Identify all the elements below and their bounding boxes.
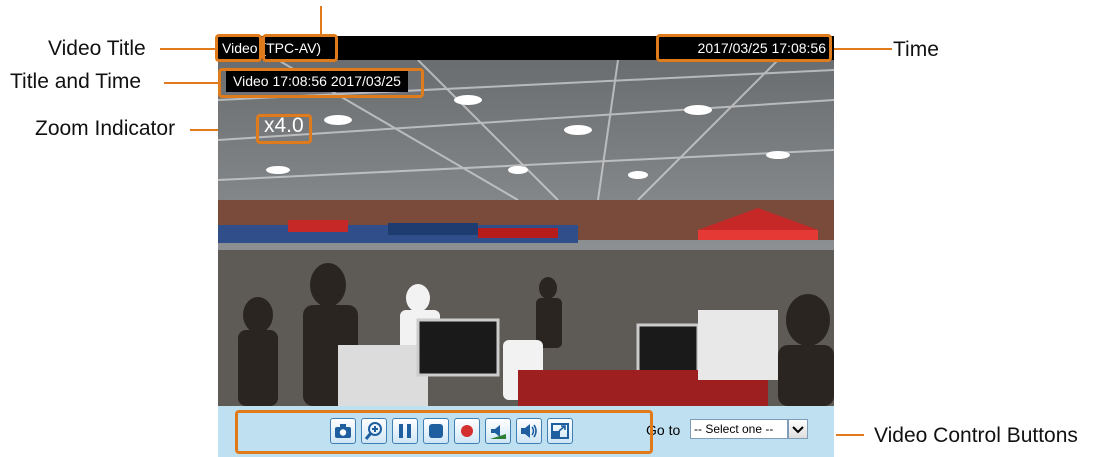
callout-video-title: Video Title (48, 37, 146, 60)
connector-video-title (160, 48, 216, 50)
goto-select[interactable]: -- Select one -- (690, 419, 788, 439)
goto-dropdown-button[interactable] (788, 419, 808, 439)
highlight-title-and-time (218, 68, 424, 98)
video-viewer: Video (TPC-AV) 2017/03/25 17:08:56 Video… (218, 36, 834, 457)
callout-time: Time (893, 38, 939, 61)
store-scene-image (218, 60, 834, 406)
callout-title-and-time: Title and Time (10, 70, 142, 93)
chevron-down-icon (792, 426, 804, 434)
connector-time (834, 48, 892, 50)
highlight-zoom (256, 114, 312, 144)
highlight-time (656, 34, 832, 62)
highlight-video-title (215, 34, 262, 62)
connector-controls (836, 434, 864, 436)
highlight-title-name (262, 34, 338, 62)
callout-video-control-buttons: Video Control Buttons (874, 424, 1078, 447)
highlight-control-buttons (235, 410, 653, 454)
connector-title-and-time (164, 82, 218, 84)
live-video-image[interactable]: Video 17:08:56 2017/03/25 x4.0 (218, 60, 834, 406)
callout-zoom-indicator: Zoom Indicator (35, 117, 176, 140)
